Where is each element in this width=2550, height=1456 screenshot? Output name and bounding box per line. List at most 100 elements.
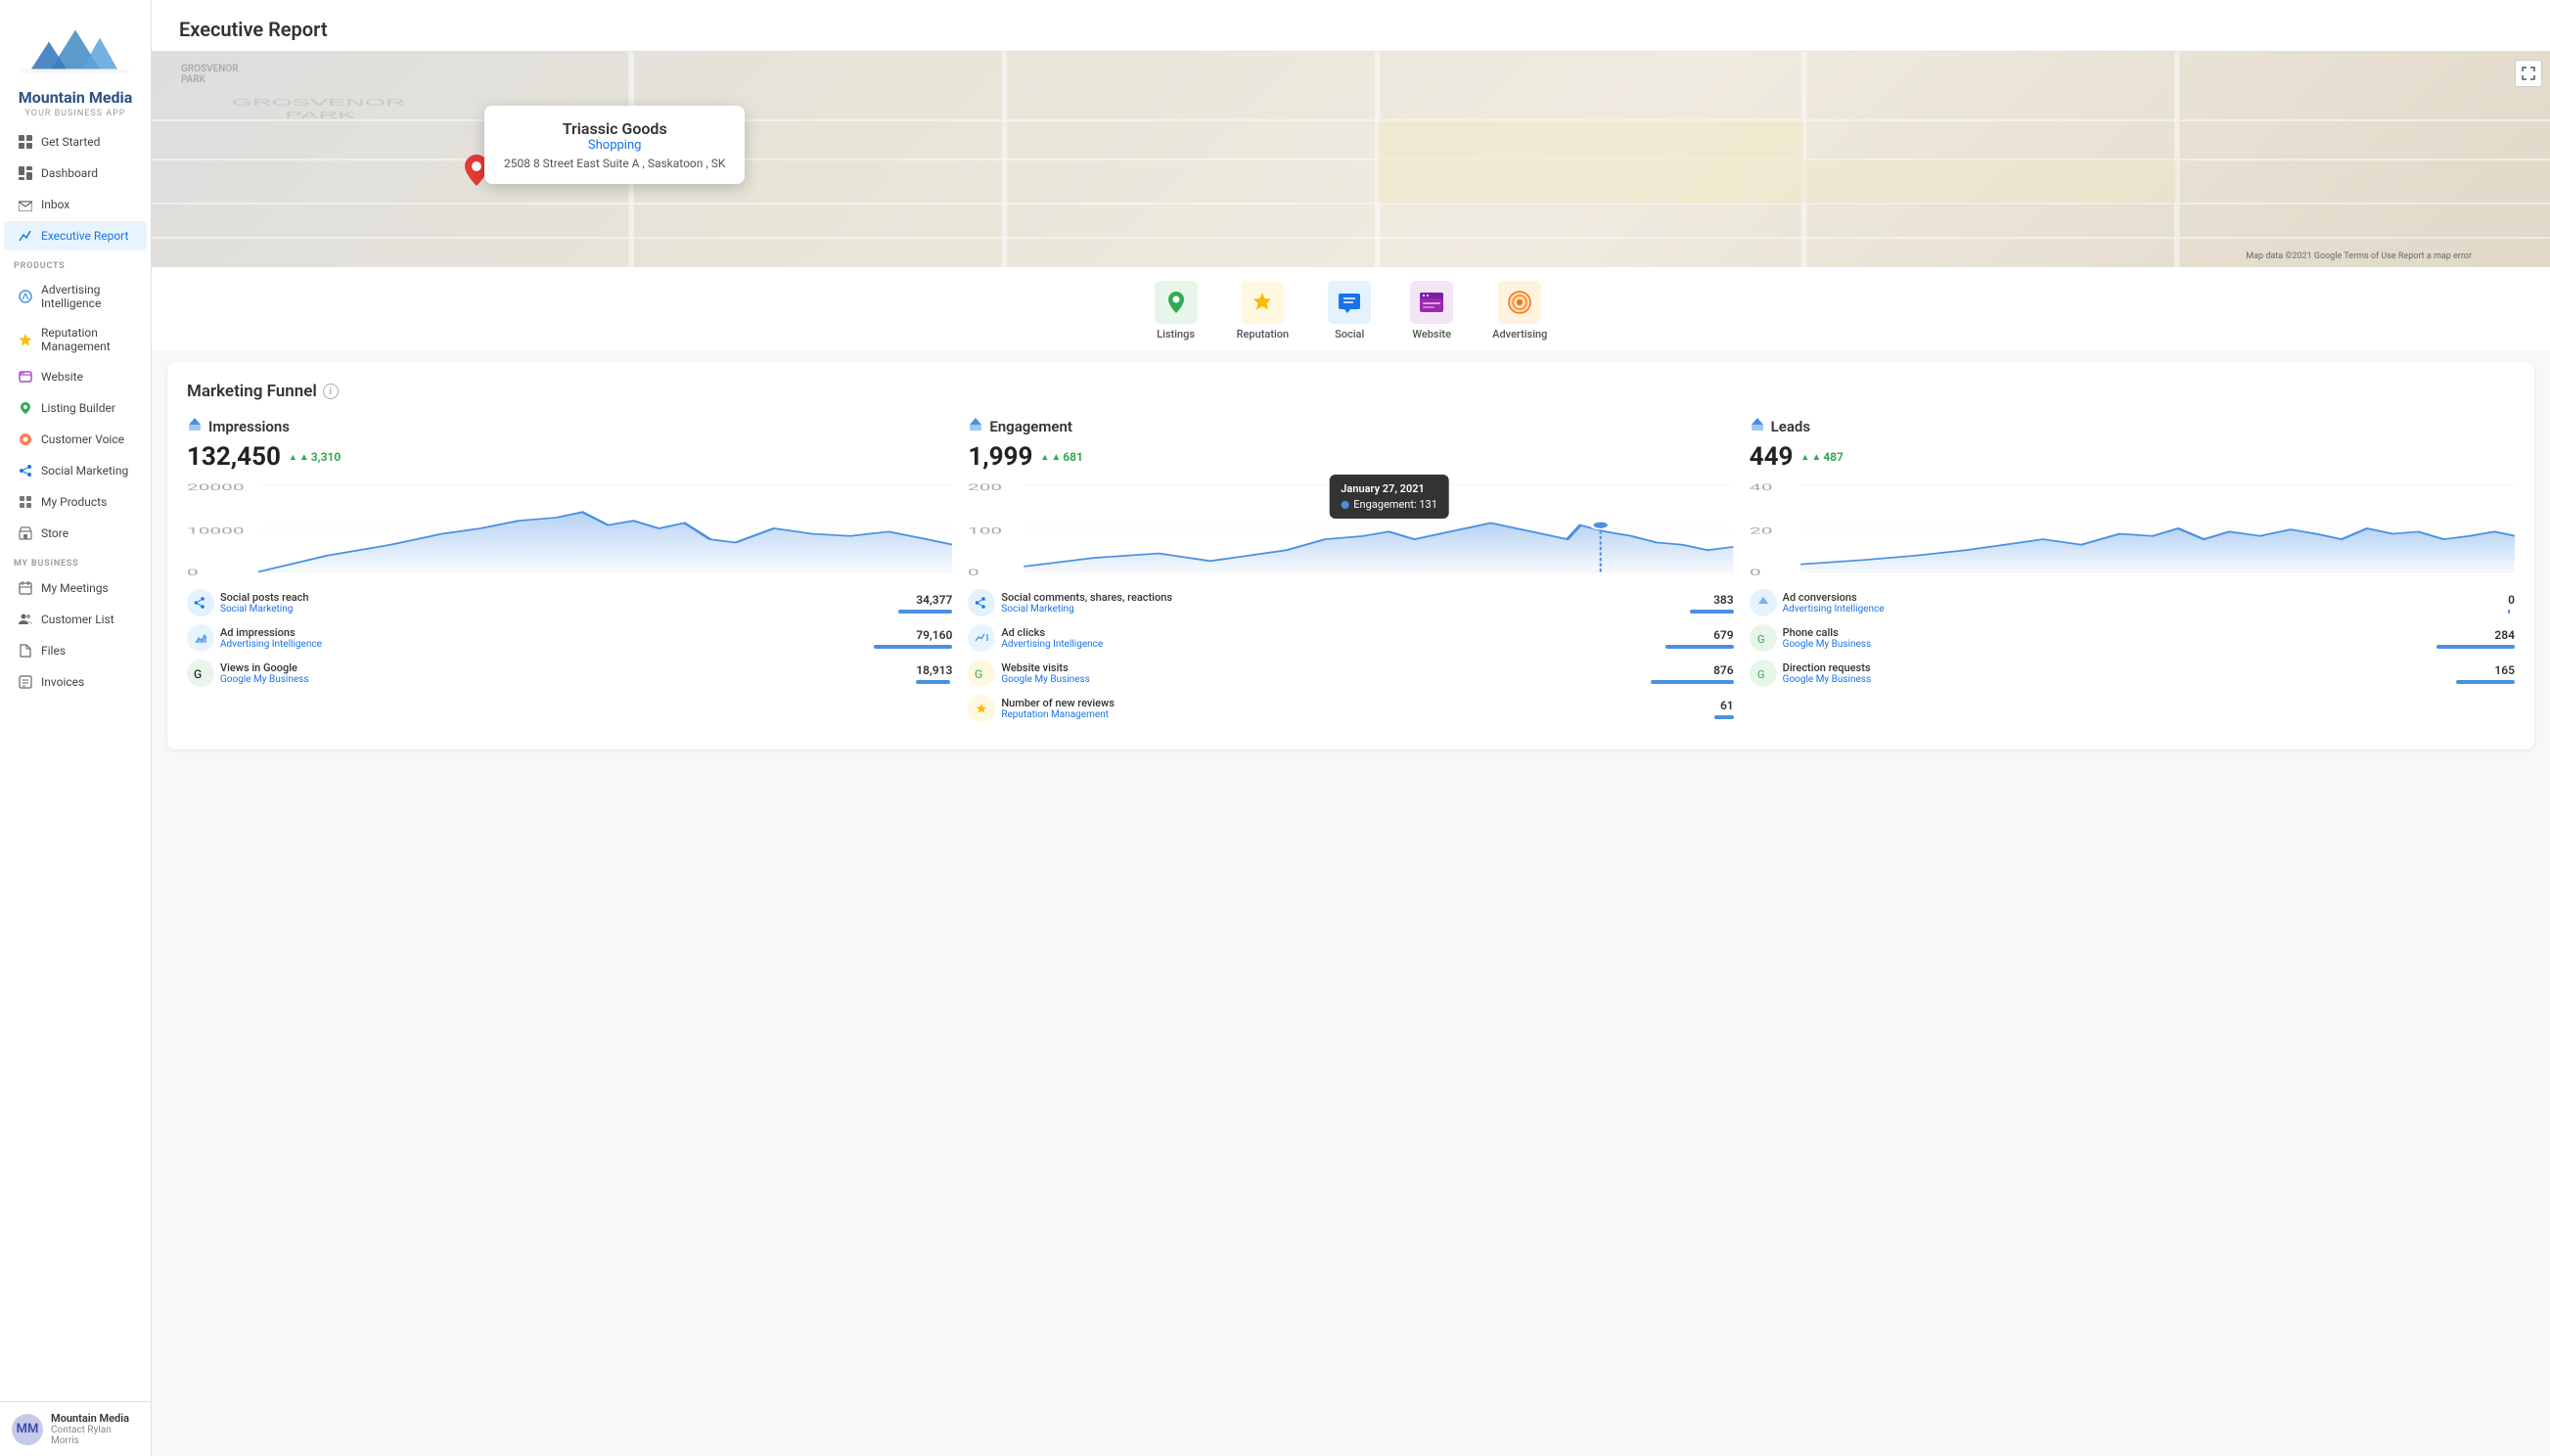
leads-row-1-label: Ad conversions [1783,591,1885,604]
eng-row-1: Social comments, shares, reactions Socia… [968,589,1733,616]
tooltip-row: Engagement: 131 [1341,498,1437,511]
imp-row-2: Ad impressions Advertising Intelligence … [187,624,952,652]
nav-inbox-label: Inbox [41,198,69,211]
chart-icon [18,228,33,244]
nav-my-products[interactable]: My Products [4,487,147,517]
biz-icon-reputation[interactable]: Reputation [1237,281,1290,341]
svg-text:Jan 1: Jan 1 [258,576,302,577]
leads-row-1-bar [2508,610,2510,614]
svg-text:Jan 11: Jan 11 [1223,576,1277,577]
svg-text:100: 100 [968,525,1002,536]
ad-leads-icon [1750,589,1777,616]
leads-row-3-label: Direction requests [1783,661,1871,674]
nav-get-started[interactable]: Get Started [4,127,147,157]
eng-row-1-val: 383 [1690,593,1734,607]
user-avatar: MM [12,1414,43,1445]
business-icons-row: Listings Reputation Social Website Adver… [152,267,2550,350]
nav-listing[interactable]: Listing Builder [4,393,147,423]
nav-executive-report[interactable]: Executive Report [4,221,147,250]
leads-value: 449 [1750,442,1794,472]
nav-files[interactable]: Files [4,636,147,665]
eng-row-4-sub: Reputation Management [1001,709,1115,720]
svg-text:Jan 21: Jan 21 [2208,576,2262,577]
nav-store[interactable]: Store [4,519,147,548]
eng-row-2-val: 679 [1665,628,1734,642]
business-name: Triassic Goods [504,119,725,138]
products-icon [18,494,33,510]
review-icon [968,695,995,722]
nav-social[interactable]: Social Marketing [4,456,147,485]
leads-row-3-sub: Google My Business [1783,674,1871,685]
map-fullscreen-button[interactable] [2515,60,2542,87]
svg-text:10000: 10000 [187,525,245,536]
tooltip-text: Engagement: 131 [1353,498,1437,511]
eng-row-4-bar [1714,715,1734,719]
svg-text:0: 0 [968,567,979,577]
biz-icon-advertising[interactable]: Advertising [1492,281,1547,341]
leads-row-1-val: 0 [2508,593,2515,607]
ad-eng-icon [968,624,995,652]
imp-row-1-sub: Social Marketing [220,604,309,614]
website-icon [18,369,33,385]
eng-row-3-sub: Google My Business [1001,674,1089,685]
imp-row-2-bar [874,645,952,649]
svg-text:20: 20 [1750,525,1772,536]
nav-reputation-label: Reputation Management [41,326,133,353]
gmb-row-icon-imp: G [187,660,214,687]
funnel-col-impressions: Impressions 132,450 ▲ 3,310 [187,417,952,730]
funnel-title-text: Marketing Funnel [187,382,317,401]
svg-text:Jan 1: Jan 1 [1025,576,1069,577]
biz-icon-listings[interactable]: Listings [1155,281,1198,341]
leads-row-2-sub: Google My Business [1783,639,1871,650]
leads-row-1: Ad conversions Advertising Intelligence … [1750,589,2515,616]
biz-icon-website[interactable]: Website [1410,281,1453,341]
funnel-col-leads: Leads 449 ▲ 487 [1750,417,2515,730]
marketing-funnel-card: Marketing Funnel i Impressions 132,450 ▲… [167,362,2534,750]
nav-advertising[interactable]: Advertising Intelligence [4,276,147,317]
business-category: Shopping [504,138,725,153]
leads-row-2-bar [2436,645,2515,649]
nav-invoices[interactable]: Invoices [4,667,147,697]
nav-website-label: Website [41,370,83,384]
nav-inbox[interactable]: Inbox [4,190,147,219]
imp-row-3: G Views in Google Google My Business 18,… [187,660,952,687]
engagement-title: Engagement [989,418,1072,435]
invoice-icon [18,674,33,690]
engagement-delta: ▲ 681 [1040,450,1082,464]
nav-executive-report-label: Executive Report [41,229,128,243]
user-contact: Contact Rylan Morris [51,1425,139,1446]
nav-customers-label: Customer List [41,613,114,626]
svg-text:Jan 11: Jan 11 [442,576,496,577]
tooltip-date: January 27, 2021 [1341,482,1437,495]
reputation-icon [18,332,33,347]
nav-reputation[interactable]: Reputation Management [4,319,147,360]
svg-text:Jan 21: Jan 21 [646,576,700,577]
sidebar: Mountain Media YOUR BUSINESS APP Get Sta… [0,0,152,1456]
listings-label: Listings [1157,328,1195,341]
nav-dashboard[interactable]: Dashboard [4,159,147,188]
nav-website[interactable]: Website [4,362,147,391]
rep-icon [1241,281,1284,324]
imp-row-3-val: 18,913 [916,663,952,677]
nav-voice[interactable]: Customer Voice [4,425,147,454]
app-tagline: YOUR BUSINESS APP [12,109,139,118]
nav-customers[interactable]: Customer List [4,605,147,634]
nav-store-label: Store [41,526,68,540]
user-section: MM Mountain Media Contact Rylan Morris [0,1401,151,1456]
svg-text:40: 40 [1750,482,1772,493]
imp-row-1-bar [898,610,952,614]
nav-meetings[interactable]: My Meetings [4,573,147,603]
leads-row-3-bar [2456,680,2515,684]
svg-text:Jan 21: Jan 21 [1428,576,1481,577]
voice-icon [18,432,33,447]
imp-row-3-sub: Google My Business [220,674,308,685]
people-icon [18,612,33,627]
leads-row-2-val: 284 [2436,628,2515,642]
svg-text:Jan 1: Jan 1 [1800,576,1844,577]
eng-row-1-sub: Social Marketing [1001,604,1172,614]
funnel-info-icon[interactable]: i [323,384,339,399]
biz-icon-social[interactable]: Social [1328,281,1371,341]
main-content: Executive Report GROSVENOR PA [152,0,2550,1456]
impressions-value: 132,450 [187,442,281,472]
funnel-title: Marketing Funnel i [187,382,2515,401]
